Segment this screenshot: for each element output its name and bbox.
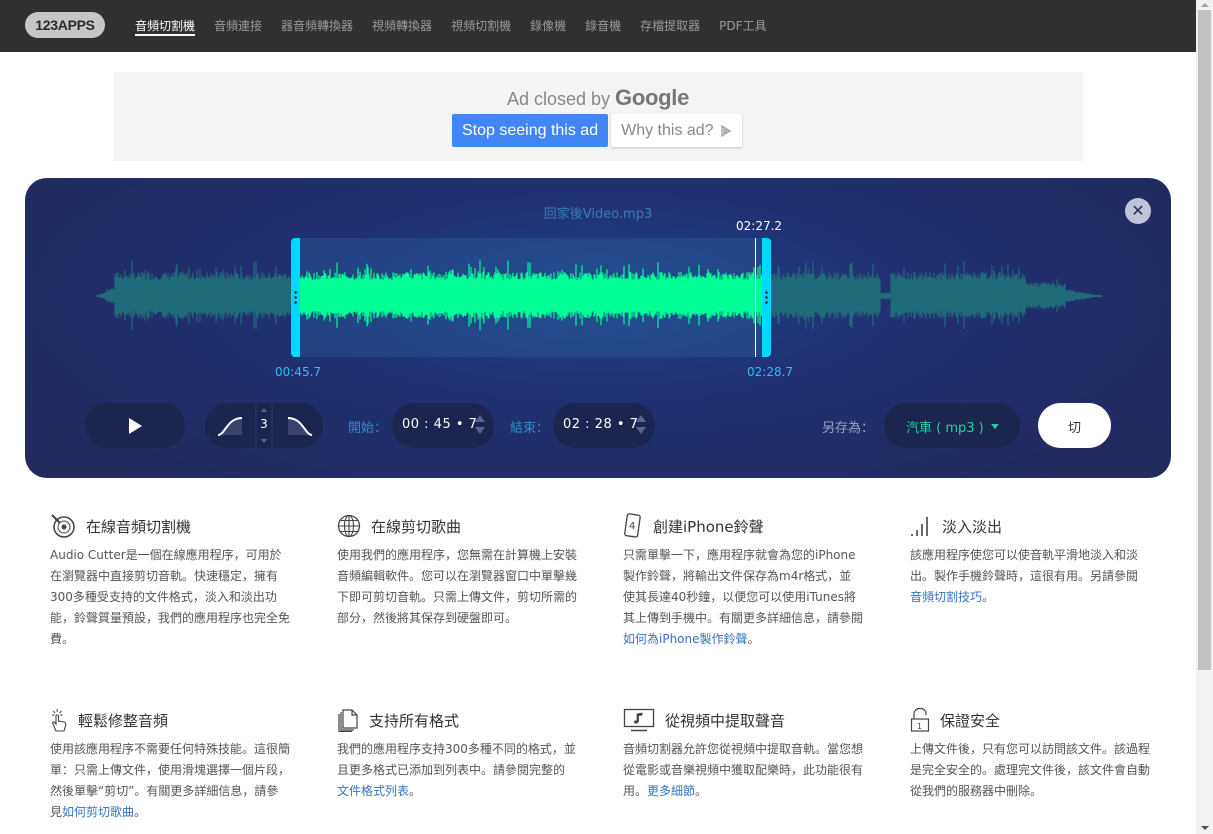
pointer-hand-icon — [52, 709, 67, 732]
feature-cut-songs-online: 在線剪切歌曲 使用我們的應用程序，您無需在計算機上安裝音頻編輯軟件。您可以在瀏覽… — [337, 513, 577, 629]
fade-in-button[interactable] — [205, 403, 255, 448]
feature-title: 支持所有格式 — [369, 711, 460, 730]
nav-video-converter[interactable]: 視頻轉換器 — [372, 0, 432, 52]
feature-title: 淡入淡出 — [942, 517, 1003, 536]
fade-in-icon — [217, 417, 243, 436]
decrement-arrow-icon[interactable] — [636, 427, 646, 434]
feature-guaranteed-security: 1 保證安全 上傳文件後，只有您可以訪問該文件。該過程是完全安全的。處理完文件後… — [910, 707, 1150, 802]
increment-arrow-icon[interactable] — [261, 408, 267, 412]
scroll-down-arrow-icon[interactable] — [1201, 826, 1209, 830]
more-details-link[interactable]: 更多細節 — [647, 784, 695, 798]
feature-title: 從視頻中提取聲音 — [665, 711, 786, 730]
volume-bars-icon — [911, 517, 928, 536]
fade-controls: 3 — [205, 403, 323, 448]
audio-cutting-tips-link[interactable]: 音頻切割技巧 — [910, 590, 982, 604]
ad-closed-banner: Ad closed by Google Stop seeing this ad … — [113, 72, 1083, 161]
selection-start-handle[interactable] — [291, 238, 300, 357]
feature-description: Audio Cutter是一個在線應用程序，可用於在瀏覽器中直接剪切音軌。快速穩… — [50, 548, 291, 646]
nav-video-recorder[interactable]: 錄像機 — [530, 0, 566, 52]
iphone-icon: 4 — [624, 513, 641, 538]
feature-description: 使用我們的應用程序，您無需在計算機上安裝音頻編輯軟件。您可以在瀏覽器窗口中單擊幾… — [337, 548, 578, 625]
feature-description: 使用該應用程序不需要任何特殊技能。這很簡單：只需上傳文件，使用滑塊選擇一個片段，… — [50, 742, 291, 819]
feature-title: 在線音頻切割機 — [86, 517, 192, 536]
selection-end-time: 02:28.7 — [747, 365, 794, 379]
nav-audio-cutter[interactable]: 音頻切割機 — [135, 0, 196, 52]
nav-pdf-tools[interactable]: PDF工具 — [719, 0, 766, 52]
increment-arrow-icon[interactable] — [475, 415, 485, 422]
how-to-make-iphone-ringtone-link[interactable]: 如何為iPhone製作鈴聲 — [623, 632, 748, 646]
top-navigation-bar: 123APPS 音頻切割機 音頻連接 器音頻轉換器 視頻轉換器 視頻切割機 錄像… — [0, 0, 1196, 52]
ad-closed-text: Ad closed by Google — [506, 85, 690, 110]
svg-text:4: 4 — [629, 521, 635, 532]
chevron-down-icon — [991, 424, 999, 429]
fade-out-button[interactable] — [273, 403, 323, 448]
feature-fade-in-out: 淡入淡出 該應用程序使您可以使音軌平滑地淡入和淡出。製作手機鈴聲時，這很有用。另… — [910, 513, 1150, 608]
nav-audio-converter[interactable]: 器音頻轉換器 — [281, 0, 353, 52]
adchoices-icon — [720, 124, 731, 137]
file-formats-list-link[interactable]: 文件格式列表 — [337, 784, 409, 798]
nav-audio-joiner[interactable]: 音頻連接 — [214, 0, 262, 52]
vinyl-record-icon — [51, 514, 75, 538]
nav-voice-recorder[interactable]: 錄音機 — [585, 0, 621, 52]
grip-icon — [294, 290, 297, 304]
feature-all-formats: 支持所有格式 我們的應用程序支持300多種不同的格式，並且更多格式已添加到列表中… — [337, 707, 577, 802]
play-button[interactable] — [85, 403, 185, 448]
save-as-label: 另存為： — [822, 421, 875, 436]
selected-waveform — [299, 260, 763, 331]
scroll-up-arrow-icon[interactable] — [1201, 3, 1209, 7]
main-nav: 音頻切割機 音頻連接 器音頻轉換器 視頻轉換器 視頻切割機 錄像機 錄音機 存檔… — [135, 0, 786, 52]
feature-title: 在線剪切歌曲 — [371, 517, 462, 536]
increment-arrow-icon[interactable] — [636, 415, 646, 422]
logo[interactable]: 123APPS — [25, 12, 105, 38]
svg-text:1: 1 — [917, 722, 922, 731]
nav-archive-extractor[interactable]: 存檔提取器 — [640, 0, 700, 52]
nav-video-cutter[interactable]: 視頻切割機 — [451, 0, 511, 52]
feature-description: 上傳文件後，只有您可以訪問該文件。該過程是完全安全的。處理完文件後，該文件會自動… — [910, 742, 1151, 798]
output-format-select[interactable]: 汽車 ( mp3 ) — [884, 403, 1020, 448]
feature-description: 音頻切割器允許您從視頻中提取音軌。當您想從電影或音樂視頻中獲取配樂時，此功能很有… — [623, 742, 864, 798]
decrement-arrow-icon[interactable] — [261, 439, 267, 443]
globe-icon — [337, 514, 361, 538]
feature-description: 我們的應用程序支持300多種不同的格式，並且更多格式已添加到列表中。請參閱完整的… — [337, 742, 576, 798]
playhead-time: 02:27.2 — [736, 219, 783, 233]
feature-iphone-ringtone: 4 創建iPhone鈴聲 只需單擊一下，應用程序就會為您的iPhone製作鈴聲，… — [623, 513, 863, 650]
why-this-ad-button[interactable]: Why this ad? — [611, 114, 742, 147]
playhead[interactable] — [755, 238, 756, 357]
page-scrollbar[interactable] — [1196, 0, 1213, 834]
start-time-label: 開始： — [348, 421, 388, 436]
play-icon — [129, 418, 142, 434]
end-time-label: 結束： — [510, 421, 550, 436]
feature-description: 該應用程序使您可以使音軌平滑地淡入和淡出。製作手機鈴聲時，這很有用。另請參閱音頻… — [910, 548, 1139, 604]
stop-seeing-ad-button[interactable]: Stop seeing this ad — [452, 114, 609, 147]
end-time-input[interactable]: 02 : 28 • 7 — [553, 403, 655, 448]
how-to-cut-songs-link[interactable]: 如何剪切歌曲 — [62, 805, 134, 819]
feature-title: 輕鬆修整音頻 — [78, 711, 169, 730]
feature-title: 創建iPhone鈴聲 — [653, 517, 764, 536]
feature-title: 保證安全 — [940, 711, 1001, 730]
scrollbar-thumb[interactable] — [1198, 10, 1211, 670]
feature-description: 只需單擊一下，應用程序就會為您的iPhone製作鈴聲，將輸出文件保存為m4r格式… — [623, 548, 864, 646]
fade-out-icon — [287, 417, 313, 436]
audio-editor-panel: 回家後Video.mp3 ✕ 02:27.2 00:45.7 02:28.7 3… — [25, 178, 1171, 478]
feature-online-audio-cutter: 在線音頻切割機 Audio Cutter是一個在線應用程序，可用於在瀏覽器中直接… — [50, 513, 290, 650]
selection-end-handle[interactable] — [762, 238, 771, 357]
google-logo: Google — [615, 85, 690, 110]
start-time-input[interactable]: 00 : 45 • 7 — [392, 403, 494, 448]
fade-duration-stepper[interactable]: 3 — [257, 403, 271, 448]
selection-start-time: 00:45.7 — [275, 365, 322, 379]
video-music-icon — [623, 708, 655, 732]
lock-icon: 1 — [910, 707, 930, 732]
cut-button[interactable]: 切 — [1038, 403, 1111, 448]
feature-extract-audio-from-video: 從視頻中提取聲音 音頻切割器允許您從視頻中提取音軌。當您想從電影或音樂視頻中獲取… — [623, 707, 863, 802]
feature-easy-trim: 輕鬆修整音頻 使用該應用程序不需要任何特殊技能。這很簡單：只需上傳文件，使用滑塊… — [50, 707, 290, 823]
grip-icon — [765, 290, 768, 304]
documents-icon — [338, 709, 358, 732]
decrement-arrow-icon[interactable] — [475, 427, 485, 434]
